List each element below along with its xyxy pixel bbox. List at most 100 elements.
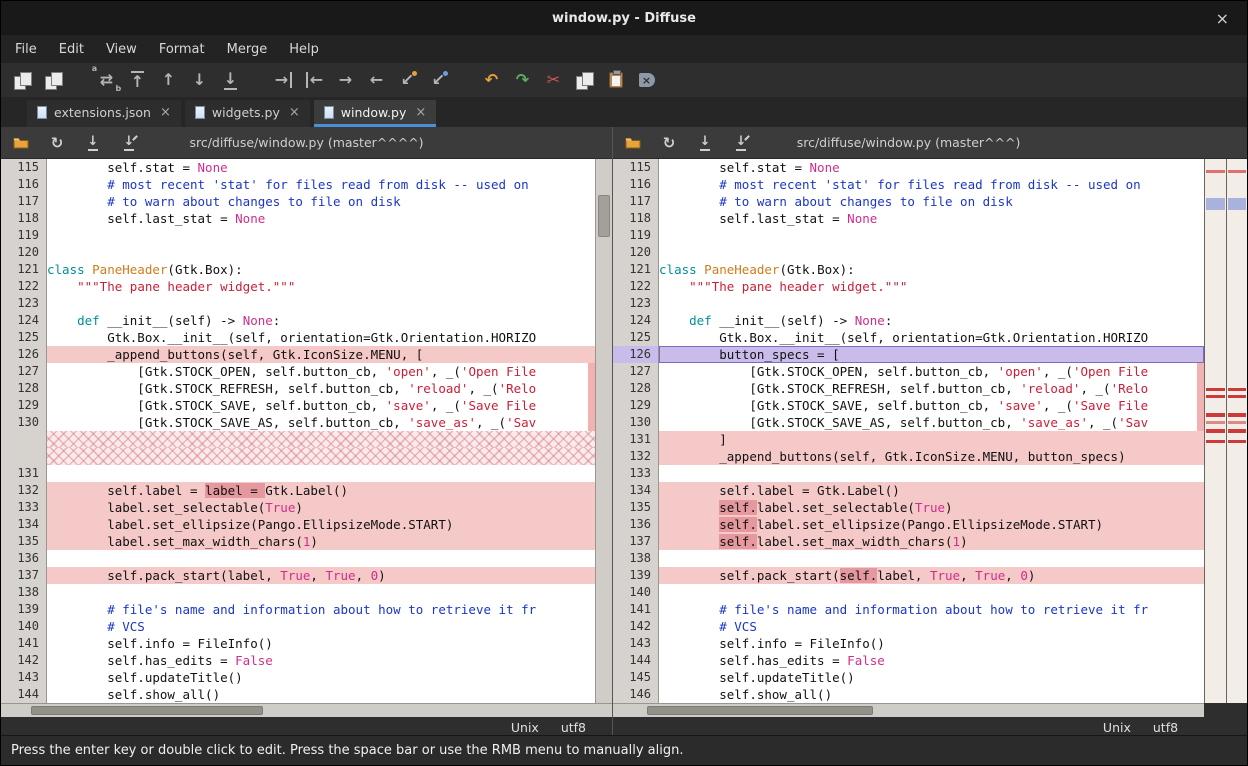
- tab-window.py[interactable]: window.py×: [314, 100, 437, 127]
- menu-format[interactable]: Format: [149, 38, 215, 61]
- code-line[interactable]: [47, 244, 595, 261]
- code-line[interactable]: """The pane header widget.""": [659, 278, 1204, 295]
- code-line[interactable]: [47, 448, 595, 465]
- code-line[interactable]: [659, 584, 1204, 601]
- code-line[interactable]: Gtk.Box.__init__(self, orientation=Gtk.O…: [659, 329, 1204, 346]
- undo-icon[interactable]: ↶: [476, 66, 507, 94]
- code-line[interactable]: Gtk.Box.__init__(self, orientation=Gtk.O…: [47, 329, 595, 346]
- tab-close-button[interactable]: ×: [415, 105, 426, 120]
- code-line[interactable]: [Gtk.STOCK_SAVE_AS, self.button_cb, 'sav…: [659, 414, 1204, 431]
- code-line[interactable]: [Gtk.STOCK_OPEN, self.button_cb, 'open',…: [47, 363, 595, 380]
- realign-all-icon[interactable]: ⇄: [91, 66, 122, 94]
- save-file-as-icon[interactable]: ↓: [117, 133, 141, 153]
- code-line[interactable]: self.stat = None: [659, 159, 1204, 176]
- code-line[interactable]: self.label.set_ellipsize(Pango.Ellipsize…: [659, 516, 1204, 533]
- left-file-map[interactable]: [1204, 159, 1225, 703]
- code-line[interactable]: [659, 244, 1204, 261]
- code-line[interactable]: self.pack_start(self.label, True, True, …: [659, 567, 1204, 584]
- code-line[interactable]: self.stat = None: [47, 159, 595, 176]
- code-line[interactable]: [659, 465, 1204, 482]
- code-line[interactable]: [659, 227, 1204, 244]
- left-vertical-scrollbar[interactable]: [595, 159, 612, 703]
- paste-icon[interactable]: [600, 66, 631, 94]
- copy-selection-left-icon[interactable]: ←: [299, 66, 330, 94]
- code-line[interactable]: self.info = FileInfo(): [659, 635, 1204, 652]
- code-line[interactable]: [Gtk.STOCK_SAVE, self.button_cb, 'save',…: [659, 397, 1204, 414]
- code-line[interactable]: [47, 465, 595, 482]
- menu-file[interactable]: File: [5, 38, 47, 61]
- next-difference-icon[interactable]: ↓: [184, 66, 215, 94]
- code-line[interactable]: # to warn about changes to file on disk: [659, 193, 1204, 210]
- code-line[interactable]: [Gtk.STOCK_OPEN, self.button_cb, 'open',…: [659, 363, 1204, 380]
- code-line[interactable]: # file's name and information about how …: [659, 601, 1204, 618]
- code-line[interactable]: button_specs = [: [659, 346, 1204, 363]
- open-file-icon[interactable]: [621, 133, 645, 153]
- code-line[interactable]: [Gtk.STOCK_SAVE, self.button_cb, 'save',…: [47, 397, 595, 414]
- copy-selection-right-icon[interactable]: →: [268, 66, 299, 94]
- code-line[interactable]: # most recent 'stat' for files read from…: [47, 176, 595, 193]
- code-line[interactable]: label.set_ellipsize(Pango.EllipsizeMode.…: [47, 516, 595, 533]
- right-code-pane[interactable]: self.stat = None # most recent 'stat' fo…: [659, 159, 1204, 703]
- code-line[interactable]: self.info = FileInfo(): [47, 635, 595, 652]
- code-line[interactable]: self.label = label = Gtk.Label(): [47, 482, 595, 499]
- code-line[interactable]: self.updateTitle(): [659, 669, 1204, 686]
- code-line[interactable]: self.pack_start(label, True, True, 0): [47, 567, 595, 584]
- redo-icon[interactable]: ↷: [507, 66, 538, 94]
- code-line[interactable]: # VCS: [659, 618, 1204, 635]
- code-line[interactable]: def __init__(self) -> None:: [47, 312, 595, 329]
- left-code-pane[interactable]: self.stat = None # most recent 'stat' fo…: [47, 159, 595, 703]
- code-line[interactable]: self.label.set_max_width_chars(1): [659, 533, 1204, 550]
- copy-icon[interactable]: [569, 66, 600, 94]
- code-line[interactable]: # file's name and information about how …: [47, 601, 595, 618]
- code-line[interactable]: self.label.set_selectable(True): [659, 499, 1204, 516]
- clear-edits-icon[interactable]: ×: [631, 66, 662, 94]
- code-line[interactable]: [Gtk.STOCK_SAVE_AS, self.button_cb, 'sav…: [47, 414, 595, 431]
- code-line[interactable]: class PaneHeader(Gtk.Box):: [47, 261, 595, 278]
- code-line[interactable]: label.set_max_width_chars(1): [47, 533, 595, 550]
- code-line[interactable]: self.has_edits = False: [659, 652, 1204, 669]
- code-line[interactable]: def __init__(self) -> None:: [659, 312, 1204, 329]
- reload-file-icon[interactable]: ↻: [45, 133, 69, 153]
- code-line[interactable]: [47, 295, 595, 312]
- tab-close-button[interactable]: ×: [289, 105, 300, 120]
- code-line[interactable]: self.show_all(): [47, 686, 595, 703]
- code-line[interactable]: [659, 295, 1204, 312]
- code-line[interactable]: self.show_all(): [659, 686, 1204, 703]
- code-line[interactable]: self.last_stat = None: [659, 210, 1204, 227]
- code-line[interactable]: # most recent 'stat' for files read from…: [659, 176, 1204, 193]
- code-line[interactable]: self.has_edits = False: [47, 652, 595, 669]
- last-difference-icon[interactable]: ↓: [215, 66, 246, 94]
- tab-extensions.json[interactable]: extensions.json×: [27, 100, 181, 127]
- code-line[interactable]: # VCS: [47, 618, 595, 635]
- merge-from-left-then-right-icon[interactable]: ↙: [392, 66, 423, 94]
- code-line[interactable]: self.last_stat = None: [47, 210, 595, 227]
- left-horizontal-scrollbar-thumb[interactable]: [31, 706, 263, 715]
- code-line[interactable]: label.set_selectable(True): [47, 499, 595, 516]
- code-line[interactable]: self.label = Gtk.Label(): [659, 482, 1204, 499]
- menu-edit[interactable]: Edit: [49, 38, 94, 61]
- code-line[interactable]: [Gtk.STOCK_REFRESH, self.button_cb, 'rel…: [659, 380, 1204, 397]
- menu-view[interactable]: View: [96, 38, 147, 61]
- code-line[interactable]: class PaneHeader(Gtk.Box):: [659, 261, 1204, 278]
- copy-right-into-selection-icon[interactable]: ←: [361, 66, 392, 94]
- tab-close-button[interactable]: ×: [160, 105, 171, 120]
- menu-help[interactable]: Help: [279, 38, 329, 61]
- code-line[interactable]: _append_buttons(self, Gtk.IconSize.MENU,…: [659, 448, 1204, 465]
- code-line[interactable]: """The pane header widget.""": [47, 278, 595, 295]
- reload-file-icon[interactable]: ↻: [657, 133, 681, 153]
- right-horizontal-scrollbar[interactable]: [613, 703, 1204, 717]
- window-close-button[interactable]: ×: [1210, 1, 1235, 35]
- left-horizontal-scrollbar[interactable]: [1, 703, 612, 717]
- previous-difference-icon[interactable]: ↑: [153, 66, 184, 94]
- open-file-icon[interactable]: [9, 133, 33, 153]
- copy-left-into-selection-icon[interactable]: →: [330, 66, 361, 94]
- menu-merge[interactable]: Merge: [217, 38, 278, 61]
- first-difference-icon[interactable]: ↑: [122, 66, 153, 94]
- merge-from-right-then-left-icon[interactable]: ↙: [423, 66, 454, 94]
- cut-icon[interactable]: ✂: [538, 66, 569, 94]
- new-2way-file-merge-icon[interactable]: [7, 66, 38, 94]
- code-line[interactable]: [47, 550, 595, 567]
- code-line[interactable]: self.updateTitle(): [47, 669, 595, 686]
- right-horizontal-scrollbar-thumb[interactable]: [647, 706, 873, 715]
- right-file-map[interactable]: [1226, 159, 1247, 703]
